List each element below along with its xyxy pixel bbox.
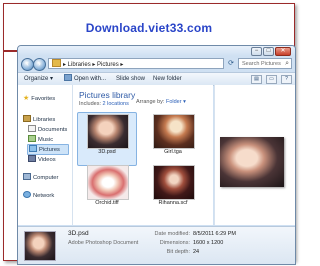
details-file-type: Adobe Photoshop Document [68,240,139,246]
nav-label: Network [33,193,55,199]
file-list: Pictures library Includes: 2 locations A… [73,85,213,225]
minimize-button[interactable]: − [251,47,262,56]
preview-pane [214,85,295,225]
open-with-icon [64,74,72,81]
date-modified-value: 8/5/2011 6:29 PM [193,231,237,237]
file-thumbnail [87,114,129,149]
nav-item-libraries[interactable]: Libraries [23,115,55,124]
file-name: Orchid.tiff [95,200,119,206]
banner-title: Download.viet33.com [85,21,213,35]
library-icon [23,115,31,122]
nav-item-documents[interactable]: Documents [28,125,67,134]
library-title: Pictures library [79,90,136,100]
address-path: ▸ Libraries ▸ Pictures ▸ [63,62,124,68]
arrange-label: Arrange by: [136,99,165,105]
nav-item-favorites[interactable]: ★ Favorites [23,95,55,103]
arrange-by: Arrange by: Folder ▾ [136,99,186,105]
file-thumbnail [153,165,195,200]
file-item[interactable]: Orchid.tiff [77,165,137,215]
file-name: Girl.tga [164,149,182,155]
maximize-button[interactable]: □ [263,47,274,56]
bit-depth-label: Bit depth: [166,249,190,255]
file-name: 3D.psd [98,149,116,155]
new-folder-button[interactable]: New folder [153,73,182,85]
search-input[interactable]: Search Pictures ⌕ [238,58,292,69]
views-icon[interactable]: ▤ [251,75,262,84]
nav-label: Computer [33,175,59,181]
file-thumbnail [153,114,195,149]
nav-item-videos[interactable]: Videos [28,155,56,164]
arrange-dropdown[interactable]: Folder ▾ [166,99,186,105]
details-thumbnail [24,231,56,261]
title-bar: − □ ✕ [18,46,295,56]
nav-label: Videos [38,157,56,163]
file-item[interactable]: 3D.psd [77,112,137,166]
preview-pane-icon[interactable]: ▭ [266,75,277,84]
open-with-label: Open with... [74,76,107,82]
file-item[interactable]: Girl.tga [143,114,203,164]
search-placeholder: Search Pictures [242,61,281,67]
details-file-name: 3D.psd [68,230,89,237]
date-modified-label: Date modified: [154,231,190,237]
includes-link[interactable]: 2 locations [103,101,129,107]
library-includes: Includes: 2 locations [79,101,129,107]
open-with-button[interactable]: Open with... [64,73,106,85]
outer-frame: Download.viet33.com − □ ✕ ‹ › ▸ Librarie… [3,3,296,265]
network-icon [23,191,31,198]
nav-item-computer[interactable]: Computer [23,173,58,182]
nav-label: Favorites [31,96,56,102]
star-icon: ★ [23,95,30,102]
bit-depth-value: 24 [193,249,200,255]
video-icon [28,155,36,162]
address-bar[interactable]: ▸ Libraries ▸ Pictures ▸ [48,58,224,69]
nav-label: Documents [38,127,68,133]
picture-icon [29,145,37,152]
music-icon [28,135,36,142]
dimensions-label: Dimensions: [159,240,190,246]
address-row: ‹ › ▸ Libraries ▸ Pictures ▸ ⟳ Search Pi… [18,57,295,71]
nav-label: Pictures [39,147,60,153]
nav-item-pictures[interactable]: Pictures [27,144,69,155]
includes-label: Includes: [79,101,102,107]
command-bar: Organize ▾ Open with... Slide show New f… [18,72,295,86]
document-icon [28,125,36,132]
nav-item-network[interactable]: Network [23,191,54,200]
help-icon[interactable]: ? [281,75,292,84]
slide-show-button[interactable]: Slide show [116,73,145,85]
file-item[interactable]: Rihanna.scf [143,165,203,215]
forward-button[interactable]: › [33,58,46,71]
organize-button[interactable]: Organize ▾ [24,73,53,85]
details-pane: 3D.psd Adobe Photoshop Document Date mod… [18,226,295,264]
computer-icon [23,173,31,180]
close-button[interactable]: ✕ [275,47,291,56]
file-thumbnail [87,165,129,200]
search-icon: ⌕ [285,60,289,67]
folder-icon [52,59,61,67]
file-name: Rihanna.scf [158,200,188,206]
dimensions-value: 1600 x 1200 [193,240,224,246]
navigation-pane: ★ Favorites Libraries Documents Music Pic… [18,85,73,225]
preview-image [220,137,284,187]
nav-item-music[interactable]: Music [28,135,53,144]
caption-buttons: − □ ✕ [251,47,291,56]
explorer-window: − □ ✕ ‹ › ▸ Libraries ▸ Pictures ▸ ⟳ Sea… [17,45,296,265]
refresh-button[interactable]: ⟳ [226,58,236,69]
nav-label: Libraries [33,117,56,123]
nav-label: Music [38,137,54,143]
